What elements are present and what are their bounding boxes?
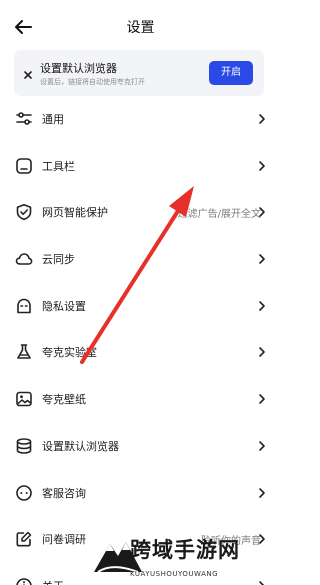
default-browser-banner: 设置默认浏览器 设置后，链接将自动使用夸克打开 开启	[14, 50, 264, 96]
settings-item-label: 夸克实验室	[42, 346, 97, 360]
page-title: 设置	[126, 20, 155, 36]
flask-icon	[17, 344, 31, 360]
settings-item-label: 设置默认浏览器	[42, 439, 119, 453]
watermark-title: 跨域手游网	[130, 537, 240, 562]
enable-default-browser-button[interactable]: 开启	[209, 61, 253, 85]
privacy-mask-icon	[17, 298, 31, 314]
chevron-right-icon	[259, 207, 265, 218]
settings-item-label: 关于	[42, 578, 64, 585]
shield-check-icon	[16, 204, 32, 221]
sliders-icon	[16, 112, 32, 125]
close-icon	[24, 71, 32, 79]
settings-item-lab[interactable]: 夸克实验室	[0, 329, 281, 376]
survey-icon	[16, 531, 32, 547]
settings-item-web-protection[interactable]: 网页智能保护 过滤广告/展开全文	[0, 189, 281, 236]
settings-item-customer-service[interactable]: 客服咨询	[0, 470, 281, 517]
settings-item-value: 过滤广告/展开全文	[177, 209, 261, 221]
chevron-right-icon	[259, 254, 265, 264]
settings-item-label: 通用	[42, 113, 64, 126]
settings-item-label: 夸克壁纸	[42, 393, 86, 407]
chevron-right-icon	[259, 441, 265, 451]
settings-item-privacy[interactable]: 隐私设置	[0, 283, 281, 330]
watermark-subtitle: KUAYUSHOUYOUWANG	[130, 570, 219, 578]
chevron-right-icon	[259, 160, 265, 171]
info-icon	[16, 578, 32, 585]
chat-icon	[16, 484, 32, 501]
settings-item-label: 客服咨询	[42, 486, 86, 500]
header-bar: 设置	[0, 0, 281, 52]
settings-item-label: 问卷调研	[42, 533, 86, 547]
cloud-icon	[15, 253, 33, 265]
settings-item-label: 工具栏	[42, 159, 75, 173]
banner-close-button[interactable]	[22, 66, 34, 79]
settings-item-label: 网页智能保护	[42, 206, 108, 220]
wallpaper-icon	[16, 391, 32, 407]
settings-item-label: 隐私设置	[42, 299, 86, 313]
watermark-logo: 跨域手游网 KUAYUSHOUYOUWANG	[92, 528, 281, 585]
chevron-right-icon	[259, 347, 265, 358]
chevron-right-icon	[259, 114, 265, 124]
settings-item-label: 云同步	[42, 253, 75, 267]
toolbar-icon	[16, 157, 32, 174]
settings-list: 通用 工具栏 网页智能保护 过滤广告/展开全文 云同步 隐私设置 夸克实验室 夸…	[0, 96, 281, 585]
settings-item-wallpaper[interactable]: 夸克壁纸	[0, 376, 281, 423]
chevron-right-icon	[259, 300, 265, 311]
banner-subtitle: 设置后，链接将自动使用夸克打开	[40, 78, 145, 86]
settings-item-default-browser[interactable]: 设置默认浏览器	[0, 423, 281, 470]
settings-item-toolbar[interactable]: 工具栏	[0, 143, 281, 190]
banner-title: 设置默认浏览器	[40, 62, 117, 75]
settings-item-general[interactable]: 通用	[0, 96, 281, 143]
chevron-right-icon	[259, 487, 265, 498]
chevron-right-icon	[259, 394, 265, 404]
settings-item-cloud-sync[interactable]: 云同步	[0, 236, 281, 283]
database-icon	[16, 438, 32, 454]
